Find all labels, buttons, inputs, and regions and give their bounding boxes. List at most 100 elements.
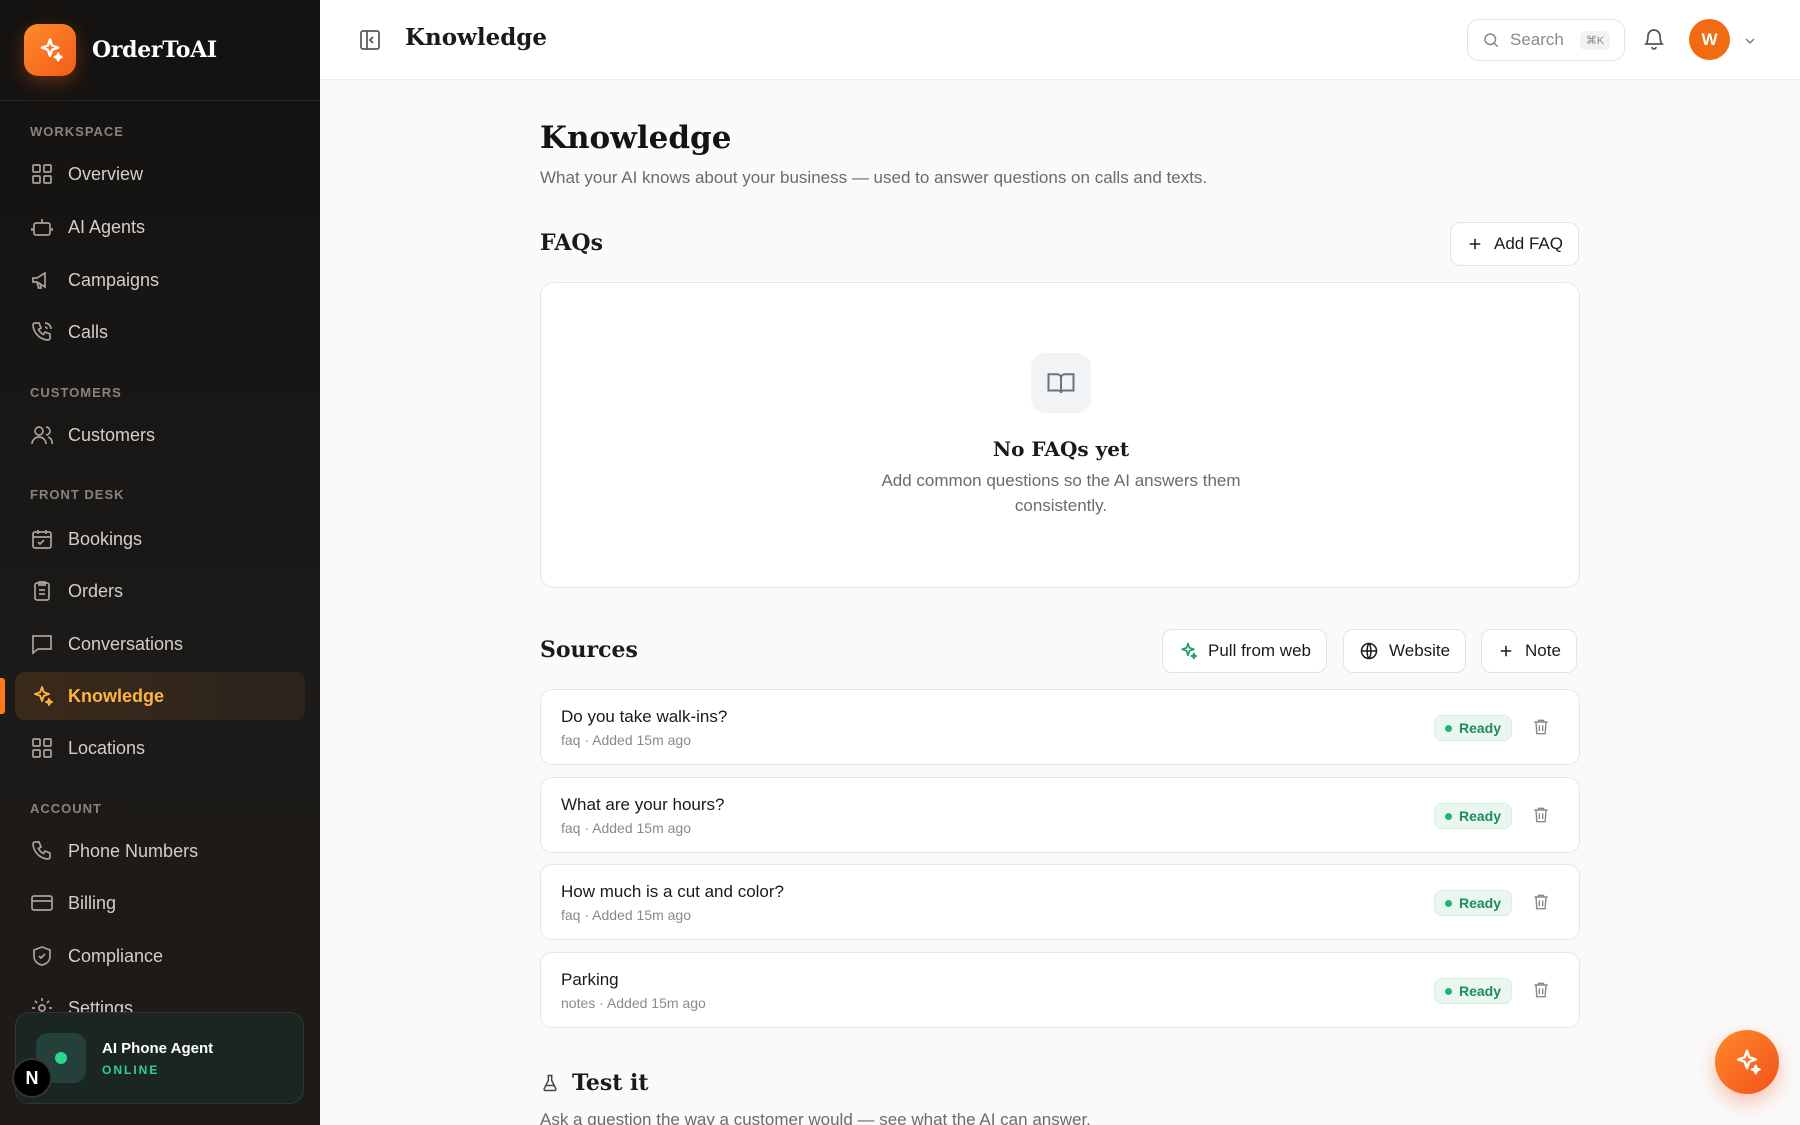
source-title: Do you take walk-ins? <box>561 707 728 726</box>
source-meta: notes · Added 15m ago <box>561 995 706 1011</box>
status-dot <box>1445 812 1452 820</box>
book-open-icon <box>1047 373 1075 394</box>
chevron-down-icon <box>1745 38 1755 44</box>
source-title: How much is a cut and color? <box>561 882 784 901</box>
sidebar-item-ai-agents[interactable]: AI Agents <box>15 203 305 251</box>
page-header-title: Knowledge <box>405 24 548 51</box>
sidebar-item-label: Phone Numbers <box>68 840 199 861</box>
sidebar-item-overview[interactable]: Overview <box>15 150 305 198</box>
sidebar-item-bookings[interactable]: Bookings <box>15 515 305 563</box>
empty-title: No FAQs yet <box>992 437 1130 461</box>
sidebar-toggle-button[interactable] <box>358 28 382 57</box>
note-label: Note <box>1525 641 1561 660</box>
sidebar-item-orders[interactable]: Orders <box>15 567 305 615</box>
status-badge: Ready <box>1434 978 1513 1004</box>
user-avatar[interactable]: W <box>1689 19 1730 60</box>
delete-source-button[interactable] <box>1531 980 1551 1005</box>
status-label: Ready <box>1459 720 1502 736</box>
faqs-empty-state: No FAQs yet Add common questions so the … <box>540 282 1580 588</box>
sidebar-item-campaigns[interactable]: Campaigns <box>15 256 305 304</box>
delete-source-button[interactable] <box>1531 805 1551 830</box>
user-menu-toggle[interactable] <box>1742 33 1758 54</box>
add-faq-label: Add FAQ <box>1494 234 1563 253</box>
top-bar: Knowledge Search ⌘K W <box>320 0 1800 80</box>
sparkles-icon <box>1737 1049 1761 1075</box>
faqs-title: FAQs <box>540 230 603 256</box>
status-dot <box>1445 724 1452 732</box>
trash-icon <box>1534 982 1548 998</box>
source-row[interactable]: What are your hours? faq · Added 15m ago… <box>540 777 1580 853</box>
source-row[interactable]: Do you take walk-ins? faq · Added 15m ag… <box>540 689 1580 765</box>
megaphone-icon <box>32 271 46 289</box>
sidebar-item-label: Customers <box>68 424 156 445</box>
page-title: Knowledge <box>540 120 732 156</box>
plus-icon <box>1469 238 1481 250</box>
grid-icon <box>32 738 52 758</box>
sidebar-item-label: Overview <box>68 163 144 184</box>
calendar-icon <box>32 530 52 549</box>
active-indicator <box>0 678 5 714</box>
workspace-avatar[interactable]: N <box>12 1058 52 1098</box>
globe-icon <box>1360 642 1378 660</box>
status-dot <box>1445 987 1452 995</box>
sidebar-item-label: Calls <box>68 321 109 342</box>
brand-name: OrderToAI <box>92 37 217 63</box>
source-title: What are your hours? <box>561 795 725 814</box>
search-input[interactable]: Search ⌘K <box>1467 19 1625 61</box>
phone-call-icon <box>32 322 52 341</box>
notifications-button[interactable] <box>1642 27 1666 56</box>
nav-section-workspace: WORKSPACE <box>30 124 124 139</box>
sidebar-item-phone-numbers[interactable]: Phone Numbers <box>15 827 305 875</box>
brand-logo <box>24 24 76 76</box>
sidebar-item-conversations[interactable]: Conversations <box>15 620 305 668</box>
agent-status-card[interactable]: AI Phone Agent ONLINE <box>15 1012 304 1104</box>
sidebar-item-label: Compliance <box>68 945 164 966</box>
shield-check-icon <box>33 946 51 966</box>
trash-icon <box>1534 807 1548 823</box>
pull-from-web-label: Pull from web <box>1208 641 1311 660</box>
status-badge: Ready <box>1434 715 1513 741</box>
plus-icon <box>1500 645 1512 657</box>
source-meta: faq · Added 15m ago <box>561 820 691 836</box>
website-button[interactable]: Website <box>1343 629 1467 673</box>
sidebar-item-label: Bookings <box>68 528 143 549</box>
flask-icon <box>543 1074 557 1092</box>
credit-card-icon <box>31 895 53 911</box>
sidebar-item-knowledge[interactable]: Knowledge <box>15 672 305 720</box>
sidebar-item-label: Locations <box>68 737 146 758</box>
status-label: Ready <box>1459 895 1502 911</box>
agent-title: AI Phone Agent <box>102 1039 214 1057</box>
source-row[interactable]: Parking notes · Added 15m ago Ready <box>540 952 1580 1028</box>
grid-icon <box>32 164 52 184</box>
trash-icon <box>1534 719 1548 735</box>
robot-icon <box>31 219 53 236</box>
sources-title: Sources <box>540 637 638 663</box>
delete-source-button[interactable] <box>1531 717 1551 742</box>
divider <box>0 100 320 101</box>
add-faq-button[interactable]: Add FAQ <box>1450 222 1579 266</box>
source-meta: faq · Added 15m ago <box>561 732 691 748</box>
sidebar-item-locations[interactable]: Locations <box>15 724 305 772</box>
phone-icon <box>32 841 51 860</box>
empty-icon <box>1031 353 1091 413</box>
search-placeholder: Search <box>1510 30 1564 49</box>
delete-source-button[interactable] <box>1531 892 1551 917</box>
chat-icon <box>32 635 52 655</box>
status-dot <box>1445 899 1452 907</box>
sidebar-item-billing[interactable]: Billing <box>15 879 305 927</box>
sidebar-item-compliance[interactable]: Compliance <box>15 932 305 980</box>
ai-assistant-button[interactable] <box>1715 1030 1779 1094</box>
pull-from-web-button[interactable]: Pull from web <box>1162 629 1327 673</box>
sidebar-item-calls[interactable]: Calls <box>15 308 305 356</box>
brand[interactable]: OrderToAI <box>24 24 217 76</box>
empty-description: Add common questions so the AI answers t… <box>881 471 1241 515</box>
source-meta: faq · Added 15m ago <box>561 907 691 923</box>
note-button[interactable]: Note <box>1481 629 1577 673</box>
status-badge: Ready <box>1434 803 1513 829</box>
test-it-title: Test it <box>572 1070 649 1096</box>
source-row[interactable]: How much is a cut and color? faq · Added… <box>540 864 1580 940</box>
sidebar-item-customers[interactable]: Customers <box>15 411 305 459</box>
online-dot <box>55 1052 67 1064</box>
source-title: Parking <box>561 970 619 989</box>
sparkles-icon <box>40 38 63 62</box>
